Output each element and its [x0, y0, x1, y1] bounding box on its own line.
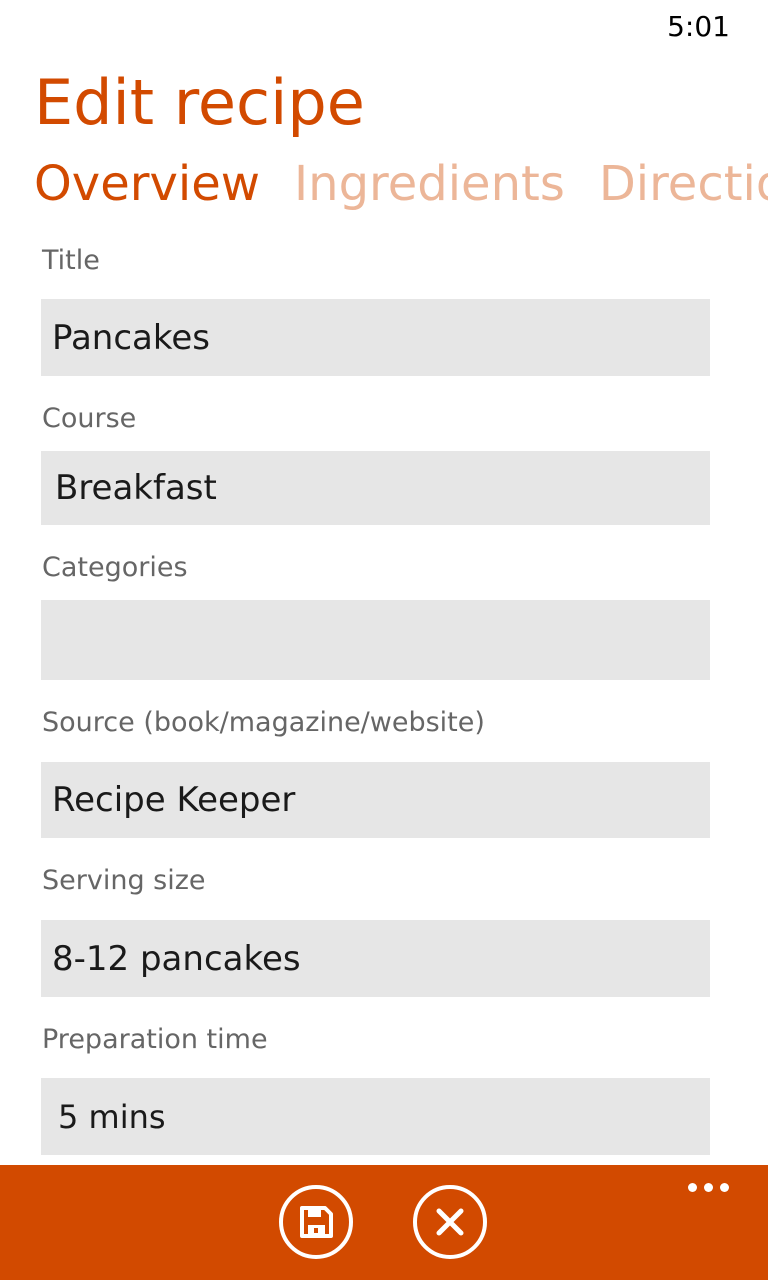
title-label: Title	[42, 245, 100, 276]
categories-field[interactable]	[41, 600, 710, 680]
serving-size-label: Serving size	[42, 865, 206, 896]
categories-label: Categories	[42, 552, 188, 583]
serving-size-field[interactable]: 8-12 pancakes	[41, 920, 710, 997]
preparation-time-label: Preparation time	[42, 1024, 268, 1055]
save-icon	[279, 1185, 353, 1259]
tab-overview[interactable]: Overview	[34, 152, 260, 216]
source-label: Source (book/magazine/website)	[42, 707, 485, 738]
page-title: Edit recipe	[34, 66, 365, 139]
cancel-button[interactable]	[412, 1184, 488, 1260]
close-icon	[413, 1185, 487, 1259]
save-button[interactable]	[278, 1184, 354, 1260]
course-label: Course	[42, 403, 137, 434]
tab-directions[interactable]: Directions	[599, 152, 768, 216]
course-field[interactable]: Breakfast	[41, 451, 710, 525]
more-dots-icon[interactable]	[686, 1183, 732, 1195]
title-field[interactable]: Pancakes	[41, 299, 710, 376]
pivot-header: Overview Ingredients Directions	[34, 152, 768, 216]
tab-ingredients[interactable]: Ingredients	[294, 152, 565, 216]
status-time: 5:01	[667, 10, 730, 43]
preparation-time-field[interactable]: 5 mins	[41, 1078, 710, 1155]
app-bar	[0, 1165, 768, 1280]
source-field[interactable]: Recipe Keeper	[41, 762, 710, 838]
